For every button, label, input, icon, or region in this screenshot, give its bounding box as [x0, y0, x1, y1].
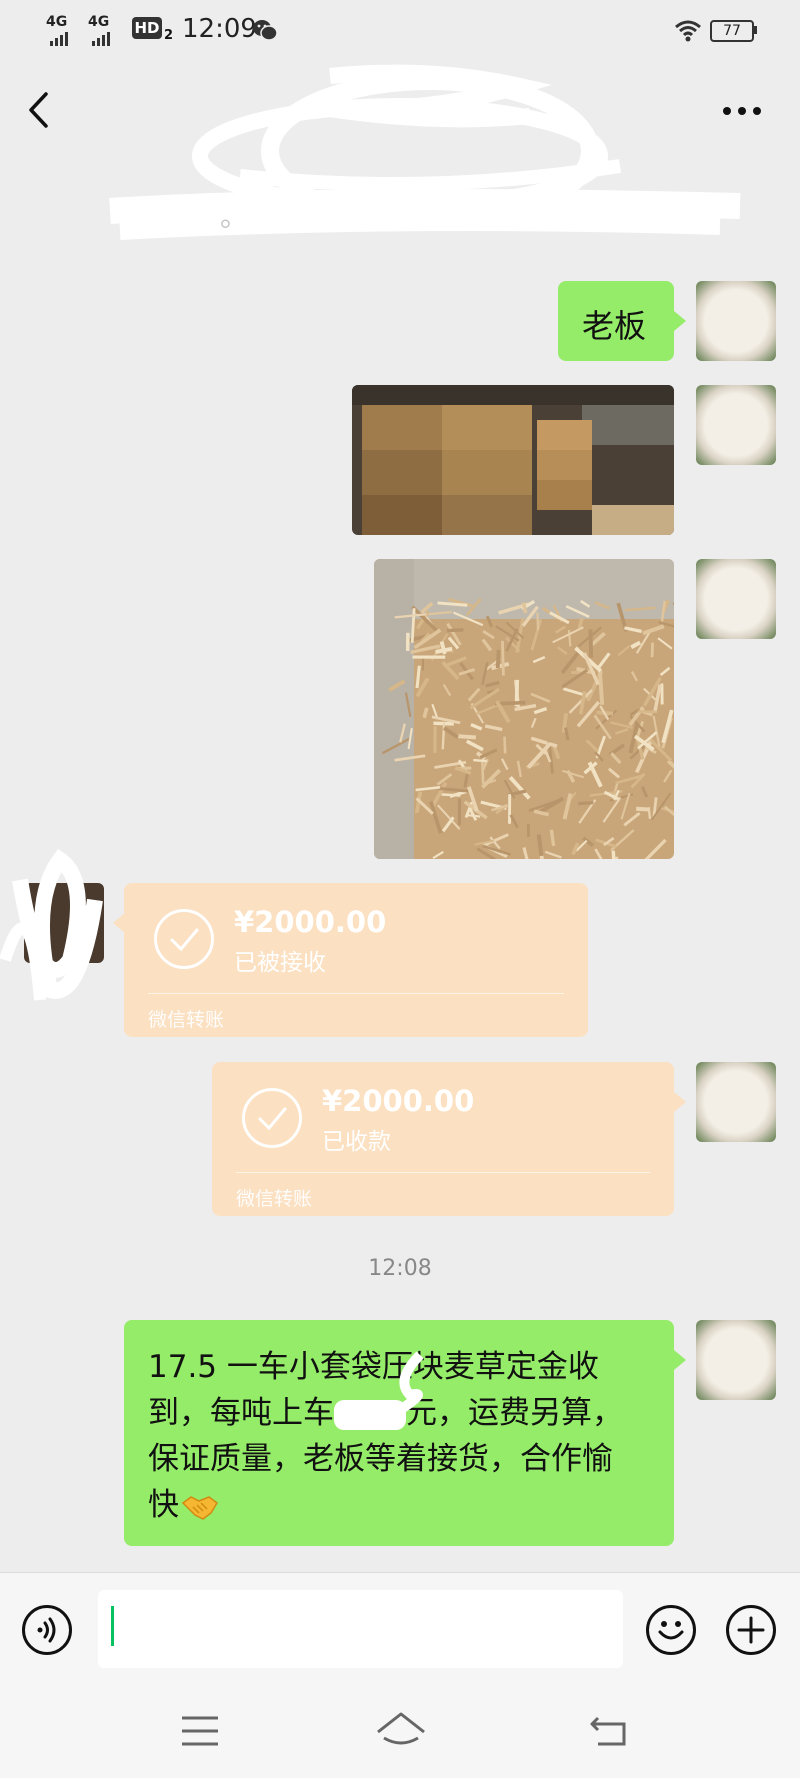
back-nav-icon[interactable] [588, 1712, 632, 1748]
image-message-hay-bales[interactable] [352, 385, 674, 535]
transfer-label: 微信转账 [236, 1188, 313, 1210]
status-bar: 4G 4G HD 2 12:09 77 [0, 0, 800, 60]
avatar[interactable] [696, 1320, 776, 1400]
transfer-status: 已收款 [322, 1129, 391, 1155]
svg-text:。: 。 [220, 201, 248, 232]
transfer-amount: ¥2000.00 [322, 1084, 475, 1118]
voice-button[interactable] [22, 1605, 72, 1655]
avatar[interactable] [696, 559, 776, 639]
message-line: 快 [148, 1482, 623, 1528]
avatar[interactable] [696, 385, 776, 465]
wifi-icon [675, 20, 701, 42]
image-message-straw[interactable] [374, 559, 674, 859]
menu-icon[interactable] [180, 1714, 220, 1748]
check-icon [154, 909, 214, 969]
hd-sub: 2 [164, 28, 174, 43]
transfer-label: 微信转账 [148, 1009, 225, 1031]
text-caret [111, 1606, 114, 1646]
message-text: 老板 [582, 307, 647, 345]
redacted-scribble [397, 1351, 424, 1415]
plus-button[interactable] [726, 1605, 776, 1655]
message-input[interactable] [98, 1590, 623, 1668]
wechat-icon [253, 20, 278, 41]
network-type-1: 4G [46, 14, 68, 30]
message-bubble[interactable]: 老板 [558, 281, 674, 361]
signal-bars-icon [50, 32, 68, 46]
battery-icon: 77 [710, 20, 754, 42]
bubble-tail [674, 311, 686, 331]
back-icon[interactable] [26, 90, 50, 130]
home-icon[interactable] [374, 1710, 428, 1750]
plus-icon [737, 1616, 765, 1644]
smile-icon [658, 1621, 684, 1640]
divider [148, 993, 564, 994]
divider [236, 1172, 650, 1173]
avatar[interactable] [696, 281, 776, 361]
transfer-status: 已被接收 [234, 950, 326, 976]
redacted-scribble: 。 [109, 64, 741, 240]
transfer-card-sent[interactable]: ¥2000.00 已收款 微信转账 [212, 1062, 674, 1216]
check-icon [242, 1088, 302, 1148]
handshake-icon [181, 1495, 218, 1520]
transfer-card-received[interactable]: ¥2000.00 已被接收 微信转账 [124, 883, 588, 1037]
bubble-tail [674, 1350, 686, 1370]
battery-tip [754, 26, 757, 34]
emoji-button[interactable] [646, 1605, 696, 1655]
hd-badge: HD [132, 17, 162, 39]
timestamp: 12:08 [368, 1256, 432, 1281]
transfer-amount: ¥2000.00 [234, 905, 387, 939]
signal-bars-icon [92, 32, 110, 46]
message-line: 保证质量，老板等着接货，合作愉 [148, 1441, 613, 1477]
voice-icon [37, 1617, 56, 1643]
bubble-tail [674, 1092, 686, 1112]
avatar[interactable] [696, 1062, 776, 1142]
redacted-scribble [0, 849, 103, 1001]
network-type-2: 4G [88, 14, 110, 30]
clock: 12:09 [182, 14, 257, 44]
